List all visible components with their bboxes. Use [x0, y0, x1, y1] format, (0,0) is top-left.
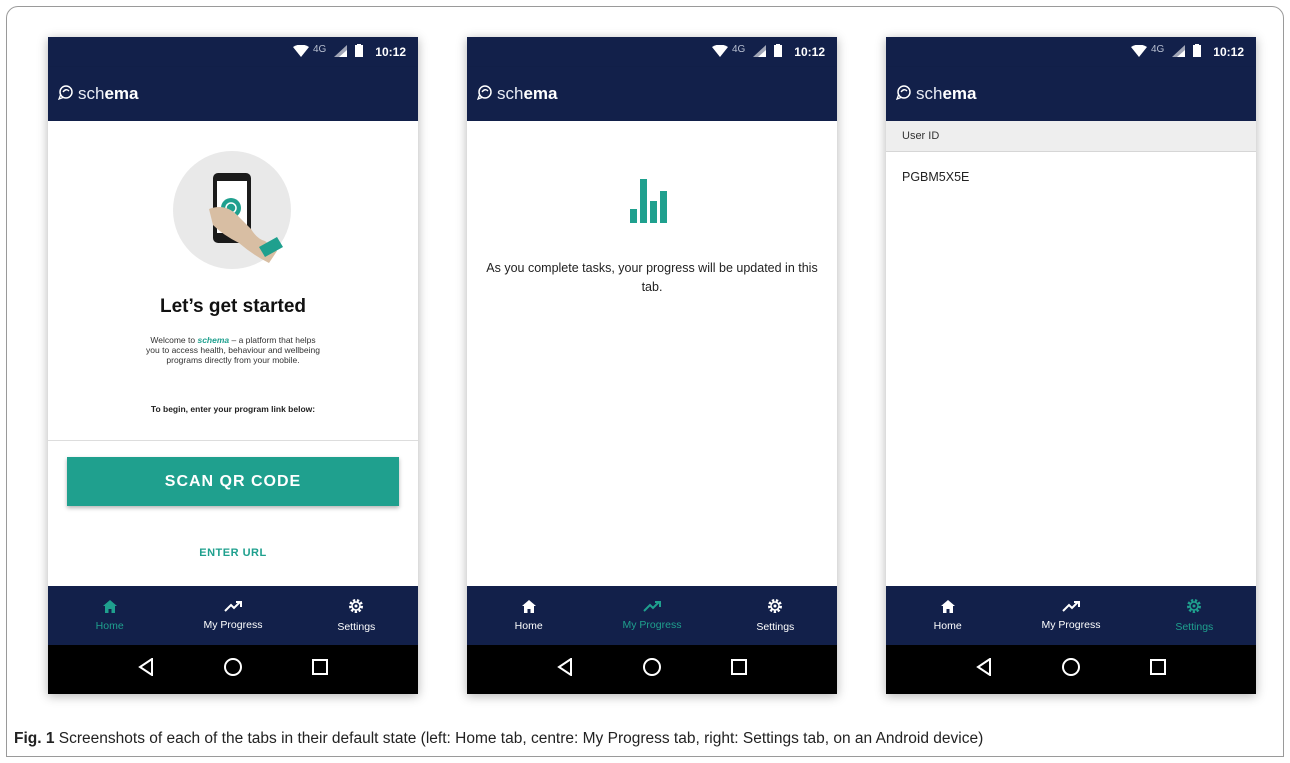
system-nav-bar — [48, 645, 418, 694]
tab-home[interactable]: Home — [886, 586, 1009, 645]
wifi-icon — [711, 44, 728, 60]
phone-progress-screen: 4G 10:12 sch ema As you complete tasks, y… — [467, 37, 837, 694]
settings-content: User ID PGBM5X5E — [886, 121, 1256, 586]
battery-icon — [1193, 44, 1202, 60]
recents-icon[interactable] — [1149, 659, 1166, 680]
tab-home[interactable]: Home — [467, 586, 590, 645]
clock: 10:12 — [375, 45, 406, 59]
back-icon[interactable] — [557, 657, 573, 681]
tab-my-progress[interactable]: My Progress — [171, 586, 294, 645]
phone-settings-screen: 4G 10:12 sch ema User ID PGBM5X5E Home My… — [886, 37, 1256, 694]
progress-content: As you complete tasks, your progress wil… — [467, 121, 837, 586]
bar-chart-icon — [630, 179, 670, 228]
trending-up-icon — [224, 600, 242, 615]
home-circle-icon[interactable] — [223, 657, 243, 682]
progress-empty-message: As you complete tasks, your progress wil… — [486, 261, 818, 294]
tab-settings[interactable]: Settings — [295, 586, 418, 645]
battery-icon — [774, 44, 783, 60]
figure-caption: Fig. 1 Screenshots of each of the tabs i… — [14, 730, 984, 747]
back-icon[interactable] — [138, 657, 154, 681]
home-content: Let’s get started Welcome to schema – a … — [48, 121, 418, 586]
schema-logo-icon — [895, 84, 912, 105]
network-type: 4G — [1150, 43, 1165, 55]
user-id-section-header: User ID — [886, 121, 1256, 152]
gear-icon — [348, 598, 364, 617]
home-icon — [102, 599, 117, 616]
gear-icon — [767, 598, 783, 617]
battery-icon — [355, 44, 364, 60]
recents-icon[interactable] — [730, 659, 747, 680]
tab-settings[interactable]: Settings — [1133, 586, 1256, 645]
divider — [48, 440, 418, 441]
status-bar: 4G 10:12 — [467, 37, 837, 67]
bottom-nav: Home My Progress Settings — [886, 586, 1256, 645]
tab-home[interactable]: Home — [48, 586, 171, 645]
network-type: 4G — [312, 43, 327, 55]
gear-icon — [1186, 598, 1202, 617]
scan-qr-code-button[interactable]: SCAN QR CODE — [67, 457, 399, 506]
home-circle-icon[interactable] — [642, 657, 662, 682]
tab-settings[interactable]: Settings — [714, 586, 837, 645]
home-icon — [940, 599, 955, 616]
schema-logo: sch ema — [57, 84, 139, 105]
bottom-nav: Home My Progress Settings — [467, 586, 837, 645]
phone-home-screen: 4G 10:12 sch ema Let’s get started Welco… — [48, 37, 418, 694]
schema-logo: sch ema — [476, 84, 558, 105]
tab-my-progress[interactable]: My Progress — [1009, 586, 1132, 645]
trending-up-icon — [643, 600, 661, 615]
status-bar: 4G 10:12 — [48, 37, 418, 67]
phone-illustration — [173, 151, 291, 269]
status-bar: 4G 10:12 — [886, 37, 1256, 67]
app-bar: sch ema — [48, 67, 418, 121]
network-type: 4G — [731, 43, 746, 55]
back-icon[interactable] — [976, 657, 992, 681]
app-bar: sch ema — [467, 67, 837, 121]
clock: 10:12 — [794, 45, 825, 59]
schema-logo: sch ema — [895, 84, 977, 105]
schema-logo-icon — [57, 84, 74, 105]
clock: 10:12 — [1213, 45, 1244, 59]
schema-logo-icon — [476, 84, 493, 105]
welcome-title: Let’s get started — [159, 296, 307, 317]
system-nav-bar — [467, 645, 837, 694]
instruction-text: To begin, enter your program link below: — [150, 404, 316, 414]
home-icon — [521, 599, 536, 616]
signal-icon — [753, 44, 767, 60]
system-nav-bar — [886, 645, 1256, 694]
welcome-description: Welcome to schema – a platform that help… — [146, 335, 320, 365]
home-circle-icon[interactable] — [1061, 657, 1081, 682]
bottom-nav: Home My Progress Settings — [48, 586, 418, 645]
user-id-value: PGBM5X5E — [902, 170, 970, 184]
signal-icon — [334, 44, 348, 60]
enter-url-link[interactable]: ENTER URL — [48, 547, 418, 559]
trending-up-icon — [1062, 600, 1080, 615]
tab-my-progress[interactable]: My Progress — [590, 586, 713, 645]
wifi-icon — [1130, 44, 1147, 60]
signal-icon — [1172, 44, 1186, 60]
app-bar: sch ema — [886, 67, 1256, 121]
recents-icon[interactable] — [311, 659, 328, 680]
wifi-icon — [292, 44, 309, 60]
